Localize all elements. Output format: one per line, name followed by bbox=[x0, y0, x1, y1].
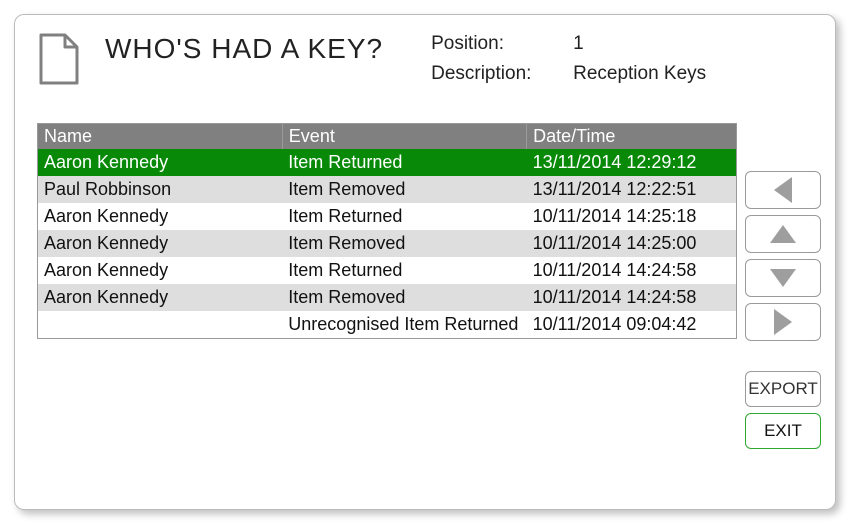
next-button[interactable] bbox=[745, 303, 821, 341]
position-value: 1 bbox=[573, 33, 706, 55]
header: WHO'S HAD A KEY? Position: 1 Description… bbox=[37, 33, 821, 85]
table-row[interactable]: Aaron KennedyItem Removed10/11/2014 14:2… bbox=[38, 230, 736, 257]
cell-datetime: 13/11/2014 12:22:51 bbox=[527, 176, 736, 203]
cell-name: Aaron Kennedy bbox=[38, 284, 282, 311]
description-label: Description: bbox=[431, 63, 573, 85]
export-button[interactable]: EXPORT bbox=[745, 371, 821, 407]
position-label: Position: bbox=[431, 33, 573, 55]
cell-datetime: 10/11/2014 09:04:42 bbox=[527, 311, 736, 338]
table-row[interactable]: Aaron KennedyItem Removed10/11/2014 14:2… bbox=[38, 284, 736, 311]
history-table[interactable]: Name Event Date/Time Aaron KennedyItem R… bbox=[37, 123, 737, 339]
cell-datetime: 13/11/2014 12:29:12 bbox=[527, 149, 736, 176]
prev-button[interactable] bbox=[745, 171, 821, 209]
down-button[interactable] bbox=[745, 259, 821, 297]
cell-event: Item Returned bbox=[282, 203, 526, 230]
triangle-up-icon bbox=[770, 225, 796, 243]
table-row[interactable]: Aaron KennedyItem Returned10/11/2014 14:… bbox=[38, 257, 736, 284]
cell-datetime: 10/11/2014 14:24:58 bbox=[527, 257, 736, 284]
table-row[interactable]: Unrecognised Item Returned10/11/2014 09:… bbox=[38, 311, 736, 338]
table-row[interactable]: Aaron KennedyItem Returned10/11/2014 14:… bbox=[38, 203, 736, 230]
cell-event: Item Returned bbox=[282, 257, 526, 284]
meta-block: Position: 1 Description: Reception Keys bbox=[431, 33, 706, 85]
cell-name bbox=[38, 311, 282, 338]
triangle-left-icon bbox=[774, 177, 792, 203]
cell-datetime: 10/11/2014 14:25:18 bbox=[527, 203, 736, 230]
triangle-right-icon bbox=[774, 309, 792, 335]
cell-datetime: 10/11/2014 14:24:58 bbox=[527, 284, 736, 311]
main-panel: WHO'S HAD A KEY? Position: 1 Description… bbox=[14, 14, 836, 510]
cell-event: Item Returned bbox=[282, 149, 526, 176]
content-area: Name Event Date/Time Aaron KennedyItem R… bbox=[37, 123, 821, 449]
table-row[interactable]: Paul RobbinsonItem Removed13/11/2014 12:… bbox=[38, 176, 736, 203]
cell-event: Unrecognised Item Returned bbox=[282, 311, 526, 338]
nav-controls: EXPORT EXIT bbox=[745, 123, 821, 449]
cell-event: Item Removed bbox=[282, 230, 526, 257]
description-value: Reception Keys bbox=[573, 63, 706, 85]
table-row[interactable]: Aaron KennedyItem Returned13/11/2014 12:… bbox=[38, 149, 736, 176]
col-header-datetime: Date/Time bbox=[527, 124, 736, 149]
document-icon bbox=[37, 33, 81, 85]
exit-button[interactable]: EXIT bbox=[745, 413, 821, 449]
col-header-event: Event bbox=[282, 124, 526, 149]
cell-name: Aaron Kennedy bbox=[38, 149, 282, 176]
cell-datetime: 10/11/2014 14:25:00 bbox=[527, 230, 736, 257]
up-button[interactable] bbox=[745, 215, 821, 253]
cell-event: Item Removed bbox=[282, 284, 526, 311]
cell-name: Aaron Kennedy bbox=[38, 203, 282, 230]
col-header-name: Name bbox=[38, 124, 282, 149]
cell-name: Paul Robbinson bbox=[38, 176, 282, 203]
page-title: WHO'S HAD A KEY? bbox=[105, 33, 383, 65]
cell-name: Aaron Kennedy bbox=[38, 257, 282, 284]
triangle-down-icon bbox=[770, 269, 796, 287]
cell-name: Aaron Kennedy bbox=[38, 230, 282, 257]
cell-event: Item Removed bbox=[282, 176, 526, 203]
table-header-row: Name Event Date/Time bbox=[38, 124, 736, 149]
